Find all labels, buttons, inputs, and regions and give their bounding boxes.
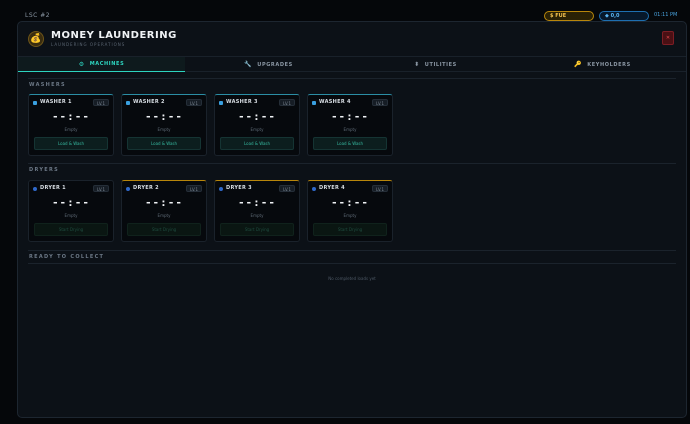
washer-card: WASHER 4 LV.1 --:-- Empty Load & Wash: [307, 94, 393, 156]
plug-icon: ⬍: [414, 61, 420, 68]
level-badge: LV.1: [372, 99, 388, 106]
laundering-window: 💰 MONEY LAUNDERING LAUNDERING OPERATIONS…: [17, 21, 687, 418]
dryer-name: DRYER 3: [226, 185, 252, 191]
tab-label: UPGRADES: [257, 61, 293, 68]
washer-card: WASHER 1 LV.1 --:-- Empty Load & Wash: [28, 94, 114, 156]
divider: [28, 78, 676, 79]
status-text: Empty: [343, 127, 357, 132]
status-text: Empty: [64, 213, 78, 218]
window-header: 💰 MONEY LAUNDERING LAUNDERING OPERATIONS…: [18, 22, 686, 56]
washer-icon: [126, 101, 130, 105]
washer-name: WASHER 2: [133, 99, 165, 105]
section-title-dryers: DRYERS: [29, 167, 60, 173]
empty-state-message: No completed loads yet: [328, 276, 376, 281]
start-drying-button[interactable]: Start Drying: [34, 223, 108, 236]
timer: --:--: [144, 196, 184, 209]
washer-icon: [219, 101, 223, 105]
cash-balance-badge: $ FUE $26,586: [544, 11, 594, 27]
timer: --:--: [237, 196, 277, 209]
level-badge: LV.1: [93, 99, 109, 106]
location-label: LSC #2: [25, 12, 51, 19]
dryer-card: DRYER 4 LV.1 --:-- Empty Start Drying: [307, 180, 393, 242]
status-text: Empty: [343, 213, 357, 218]
clock: 01:11 PM: [654, 12, 678, 18]
key-icon: 🔑: [574, 61, 583, 68]
start-drying-button[interactable]: Start Drying: [220, 223, 294, 236]
dryer-icon: [33, 187, 37, 191]
washer-name: WASHER 4: [319, 99, 351, 105]
start-drying-button[interactable]: Start Drying: [313, 223, 387, 236]
load-and-wash-button[interactable]: Load & Wash: [220, 137, 294, 150]
divider: [28, 263, 676, 264]
gear-icon: ⚙: [78, 60, 85, 68]
washer-name: WASHER 1: [40, 99, 72, 105]
timer: --:--: [330, 110, 370, 123]
dryer-card: DRYER 2 LV.1 --:-- Empty Start Drying: [121, 180, 207, 242]
timer: --:--: [237, 110, 277, 123]
wrench-icon: 🔧: [244, 61, 253, 68]
level-badge: LV.1: [186, 185, 202, 192]
section-title-washers: WASHERS: [29, 82, 66, 88]
dryer-name: DRYER 1: [40, 185, 66, 191]
dryer-card: DRYER 3 LV.1 --:-- Empty Start Drying: [214, 180, 300, 242]
timer: --:--: [144, 110, 184, 123]
washer-icon: [312, 101, 316, 105]
tab-upgrades[interactable]: 🔧 UPGRADES: [185, 57, 352, 72]
dryer-name: DRYER 2: [133, 185, 159, 191]
tab-keyholders[interactable]: 🔑 KEYHOLDERS: [519, 57, 686, 72]
divider: [28, 250, 676, 251]
status-text: Empty: [157, 127, 171, 132]
washer-name: WASHER 3: [226, 99, 258, 105]
load-and-wash-button[interactable]: Load & Wash: [313, 137, 387, 150]
dryer-card: DRYER 1 LV.1 --:-- Empty Start Drying: [28, 180, 114, 242]
divider: [28, 163, 676, 164]
load-and-wash-button[interactable]: Load & Wash: [127, 137, 201, 150]
dryer-name: DRYER 4: [319, 185, 345, 191]
timer: --:--: [51, 196, 91, 209]
timer: --:--: [330, 196, 370, 209]
level-badge: LV.1: [372, 185, 388, 192]
dryer-icon: [126, 187, 130, 191]
dryer-icon: [312, 187, 316, 191]
level-badge: LV.1: [279, 185, 295, 192]
tab-label: UTILITIES: [424, 61, 457, 68]
tab-label: KEYHOLDERS: [587, 61, 631, 68]
level-badge: LV.1: [279, 99, 295, 106]
washer-icon: [33, 101, 37, 105]
status-text: Empty: [250, 213, 264, 218]
tab-bar: ⚙ MACHINES 🔧 UPGRADES ⬍ UTILITIES 🔑 KEYHOLDERS: [18, 56, 686, 72]
section-title-ready: READY TO COLLECT: [29, 254, 105, 260]
tab-machines[interactable]: ⚙ MACHINES: [18, 57, 185, 72]
close-button[interactable]: ✕: [662, 31, 674, 45]
status-text: Empty: [64, 127, 78, 132]
washer-card: WASHER 2 LV.1 --:-- Empty Load & Wash: [121, 94, 207, 156]
tab-label: MACHINES: [89, 61, 125, 67]
crypto-balance-badge: ◆ 0,0 511,999: [599, 11, 649, 27]
start-drying-button[interactable]: Start Drying: [127, 223, 201, 236]
status-text: Empty: [250, 127, 264, 132]
page-subtitle: LAUNDERING OPERATIONS: [51, 42, 126, 47]
page-title: MONEY LAUNDERING: [51, 30, 177, 41]
load-and-wash-button[interactable]: Load & Wash: [34, 137, 108, 150]
level-badge: LV.1: [93, 185, 109, 192]
tab-utilities[interactable]: ⬍ UTILITIES: [352, 57, 519, 72]
dryer-icon: [219, 187, 223, 191]
money-bag-icon: 💰: [28, 31, 44, 47]
level-badge: LV.1: [186, 99, 202, 106]
timer: --:--: [51, 110, 91, 123]
washer-card: WASHER 3 LV.1 --:-- Empty Load & Wash: [214, 94, 300, 156]
status-text: Empty: [157, 213, 171, 218]
